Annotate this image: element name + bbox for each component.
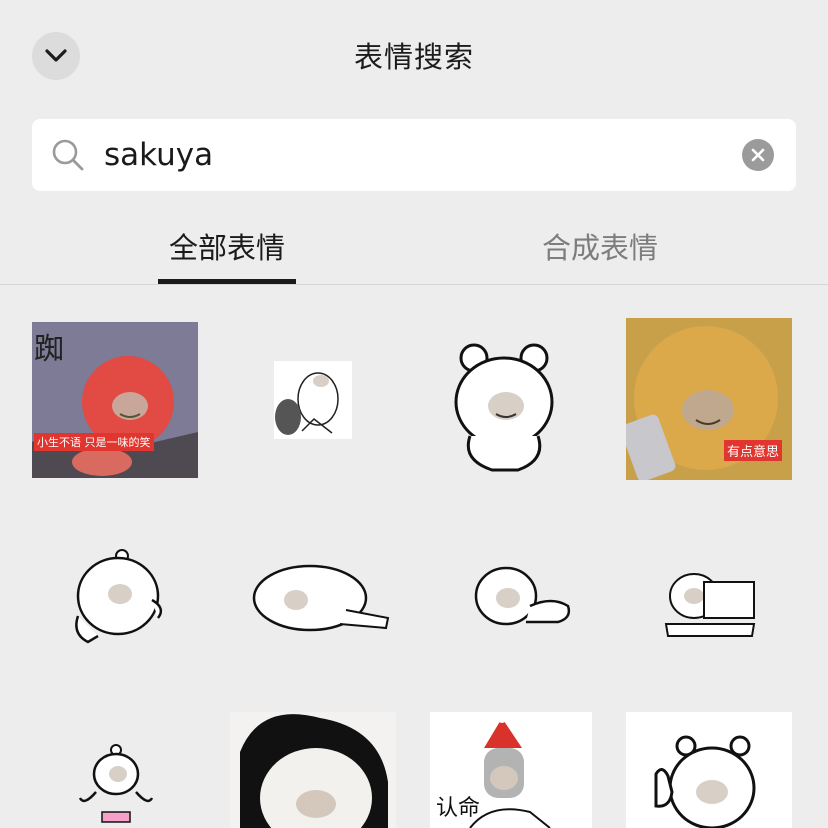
sticker-text: 认命 [436, 796, 481, 821]
sticker-item[interactable] [76, 742, 156, 828]
sticker-item[interactable]: 踟 小生不语 只是一味的笑 [32, 322, 198, 478]
search-input[interactable] [104, 129, 704, 181]
clear-icon [751, 148, 765, 162]
sticker-caption: 小生不语 只是一味的笑 [34, 433, 154, 451]
divider [0, 284, 828, 285]
sticker-item[interactable] [230, 712, 396, 828]
clear-search-button[interactable] [742, 139, 774, 171]
sticker-caption: 有点意思 [724, 440, 783, 461]
page-title: 表情搜索 [353, 40, 474, 74]
sticker-text: 踟 [34, 332, 64, 367]
tab-composite-stickers[interactable]: 合成表情 [500, 225, 700, 267]
sticker-item[interactable]: 有点意思 [626, 318, 792, 480]
sticker-item[interactable] [626, 712, 792, 828]
header: 表情搜索 [0, 0, 828, 110]
tab-all-stickers[interactable]: 全部表情 [127, 225, 327, 267]
sticker-item[interactable] [472, 566, 572, 628]
search-icon [52, 139, 84, 171]
sticker-item[interactable]: 认命 [430, 712, 592, 828]
sticker-item[interactable] [68, 546, 168, 650]
search-bar[interactable] [32, 119, 796, 191]
sticker-item[interactable] [250, 560, 390, 632]
sticker-grid: 踟 小生不语 只是一味的笑 有点意思 认命 [0, 300, 828, 828]
sticker-item[interactable] [664, 568, 756, 640]
sticker-item[interactable] [274, 361, 352, 439]
sticker-item[interactable] [448, 340, 558, 476]
tab-bar: 全部表情 合成表情 [0, 215, 828, 285]
